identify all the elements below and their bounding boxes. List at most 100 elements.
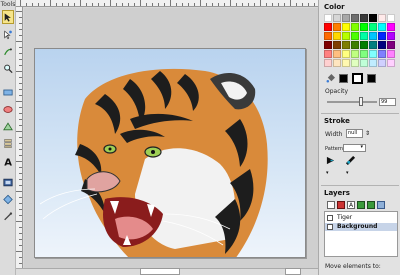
color-swatch[interactable]	[369, 41, 377, 49]
color-swatch[interactable]	[333, 50, 341, 58]
text-tool-button[interactable]: A	[2, 154, 14, 168]
move-layer-up-icon[interactable]	[357, 201, 365, 209]
rect-tool-button[interactable]	[2, 85, 14, 99]
eyedropper-tool-button[interactable]	[2, 209, 14, 223]
drawing-page[interactable]	[34, 48, 306, 258]
tweak-tool-button[interactable]	[2, 44, 14, 58]
color-swatch[interactable]	[369, 59, 377, 67]
color-section-title: Color	[324, 3, 345, 11]
image-tool-button[interactable]	[2, 175, 14, 189]
ruler-tick	[19, 263, 22, 264]
color-swatch[interactable]	[360, 32, 368, 40]
color-swatch[interactable]	[324, 32, 332, 40]
color-swatch[interactable]	[324, 50, 332, 58]
color-swatch[interactable]	[369, 23, 377, 31]
fill-color-swatch[interactable]	[339, 74, 348, 83]
layer-row-tiger[interactable]: Tiger	[325, 214, 395, 222]
stroke-width-spinner[interactable]: ⇕	[365, 129, 372, 138]
move-layer-down-icon[interactable]	[367, 201, 375, 209]
path-tool-button[interactable]	[2, 119, 14, 133]
color-swatch[interactable]	[324, 23, 332, 31]
color-swatch[interactable]	[378, 32, 386, 40]
join-style-icon[interactable]	[326, 156, 335, 165]
tiger-illustration[interactable]	[35, 49, 306, 258]
color-swatch[interactable]	[333, 41, 341, 49]
color-swatch[interactable]	[369, 14, 377, 22]
color-swatch[interactable]	[360, 23, 368, 31]
new-layer-icon[interactable]	[327, 201, 335, 209]
zoom-tool-button[interactable]	[2, 61, 14, 75]
ruler-tick	[248, 3, 249, 6]
color-swatch[interactable]	[333, 32, 341, 40]
color-swatch[interactable]	[324, 59, 332, 67]
color-swatch[interactable]	[333, 14, 341, 22]
canvas-workarea[interactable]	[24, 8, 318, 268]
pattern-select[interactable]: ▾	[343, 144, 366, 152]
ruler-tick	[206, 3, 207, 6]
color-swatch[interactable]	[387, 41, 395, 49]
opacity-input[interactable]: 99	[379, 98, 396, 106]
color-swatch[interactable]	[360, 50, 368, 58]
layer-properties-icon[interactable]	[377, 201, 385, 209]
fill-stroke-row	[326, 73, 376, 84]
image-icon	[3, 178, 13, 186]
color-swatch[interactable]	[387, 59, 395, 67]
color-swatch[interactable]	[360, 14, 368, 22]
color-swatch[interactable]	[333, 23, 341, 31]
node-edit-icon	[4, 29, 12, 39]
color-swatch[interactable]	[351, 50, 359, 58]
line-tool-button[interactable]	[2, 136, 14, 150]
color-swatch[interactable]	[333, 59, 341, 67]
color-swatch[interactable]	[324, 41, 332, 49]
zoom-field[interactable]	[140, 268, 180, 275]
color-swatch[interactable]	[360, 41, 368, 49]
color-swatch[interactable]	[351, 59, 359, 67]
join-dropdown-arrow[interactable]: ▾	[326, 170, 334, 177]
delete-layer-icon[interactable]	[337, 201, 345, 209]
cap-style-icon[interactable]	[346, 156, 355, 165]
color-swatch[interactable]	[378, 59, 386, 67]
color-swatch[interactable]	[342, 32, 350, 40]
color-swatch[interactable]	[387, 50, 395, 58]
color-swatch[interactable]	[351, 32, 359, 40]
stroke-color-swatch[interactable]	[352, 73, 363, 84]
color-swatch[interactable]	[342, 14, 350, 22]
color-swatch[interactable]	[351, 23, 359, 31]
color-swatch[interactable]	[369, 32, 377, 40]
color-swatch[interactable]	[378, 41, 386, 49]
color-swatch[interactable]	[369, 50, 377, 58]
color-swatch[interactable]	[378, 14, 386, 22]
color-swatch[interactable]	[387, 32, 395, 40]
color-swatch[interactable]	[342, 41, 350, 49]
opacity-slider-track[interactable]	[327, 101, 377, 103]
ellipse-tool-button[interactable]	[2, 102, 14, 116]
color-swatch[interactable]	[342, 59, 350, 67]
layer-row-background[interactable]: Background	[325, 223, 397, 231]
color-swatch[interactable]	[351, 41, 359, 49]
eye-icon[interactable]	[327, 215, 333, 221]
ruler-tick	[19, 197, 22, 198]
color-swatch[interactable]	[351, 14, 359, 22]
rename-layer-icon[interactable]: A	[347, 201, 355, 209]
color-swatch[interactable]	[378, 23, 386, 31]
stroke-width-input[interactable]: null	[346, 129, 363, 138]
editor-window: Tools A Color Opacity 99 Stroke Width nu…	[0, 0, 400, 275]
page-indicator[interactable]	[285, 268, 301, 275]
color-swatch[interactable]	[387, 23, 395, 31]
color-swatch[interactable]	[342, 50, 350, 58]
eye-icon[interactable]	[327, 224, 333, 230]
color-swatch[interactable]	[378, 50, 386, 58]
cap-dropdown-arrow[interactable]: ▾	[346, 170, 354, 177]
swap-color-swatch[interactable]	[367, 74, 376, 83]
color-swatch[interactable]	[360, 59, 368, 67]
opacity-slider-handle[interactable]	[359, 97, 363, 106]
color-swatch[interactable]	[387, 14, 395, 22]
color-swatch[interactable]	[324, 14, 332, 22]
select-tool-button[interactable]	[2, 10, 14, 24]
gradient-tool-button[interactable]	[2, 192, 14, 206]
ruler-tick	[290, 0, 291, 6]
color-swatch[interactable]	[342, 23, 350, 31]
paint-bucket-icon[interactable]	[326, 74, 335, 83]
vertical-ruler	[16, 7, 23, 269]
node-tool-button[interactable]	[2, 27, 14, 41]
